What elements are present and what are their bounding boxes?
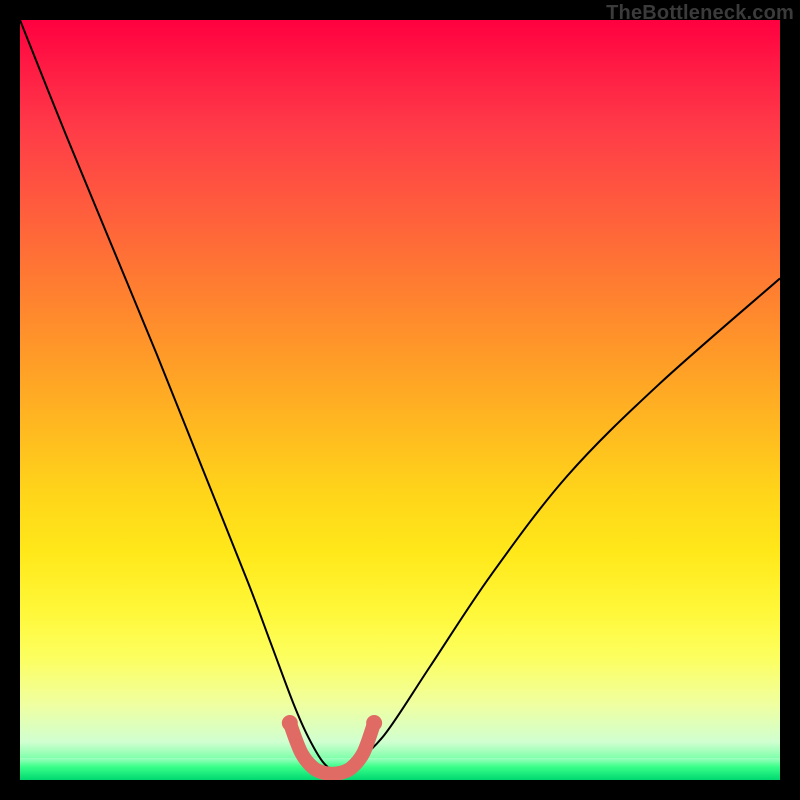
curve-svg	[20, 20, 780, 780]
chart-frame: TheBottleneck.com	[0, 0, 800, 800]
valley-endpoint-left	[282, 715, 298, 731]
bottleneck-curve	[20, 20, 780, 772]
valley-highlight	[290, 723, 374, 774]
valley-endpoint-right	[366, 715, 382, 731]
plot-area	[20, 20, 780, 780]
